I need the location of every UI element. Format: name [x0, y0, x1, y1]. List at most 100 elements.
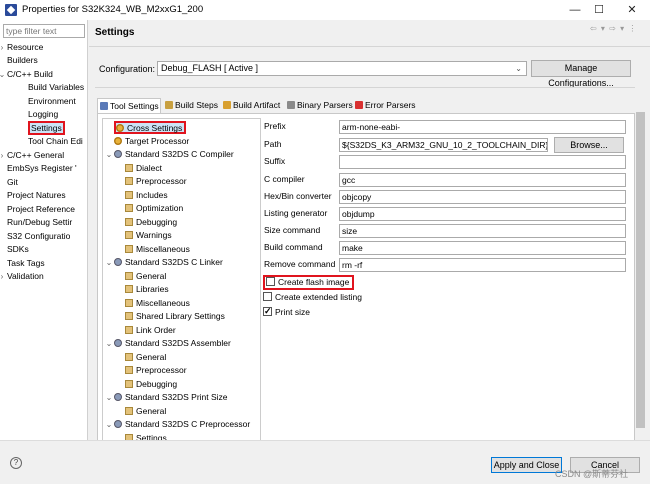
tree-item[interactable]: ⌄ Standard S32DS Assembler [104, 337, 231, 350]
sidebar-item[interactable]: Tool Chain Edi [18, 135, 83, 148]
tab-build-steps[interactable]: Build Steps [163, 98, 220, 114]
tree-item-label: Preprocessor [136, 176, 187, 186]
tree-item[interactable]: ⌄ Standard S32DS C Preprocessor [104, 418, 251, 431]
field-input[interactable]: objcopy [339, 190, 626, 204]
chevron-down-icon[interactable]: ⌄ [104, 391, 114, 404]
field-input[interactable] [339, 155, 626, 169]
chevron-down-icon[interactable]: ⌄ [104, 337, 114, 350]
field-input[interactable]: ${S32DS_K3_ARM32_GNU_10_2_TOOLCHAIN_DIR} [339, 138, 548, 152]
tree-item[interactable]: Link Order [125, 324, 176, 337]
field-input[interactable]: make [339, 241, 626, 255]
tree-item[interactable]: Debugging [125, 216, 177, 229]
filter-input[interactable]: type filter text [3, 24, 85, 38]
field-input[interactable]: rm -rf [339, 258, 626, 272]
manage-configurations-button[interactable]: Manage Configurations... [531, 60, 631, 88]
field-input[interactable]: gcc [339, 173, 626, 187]
chevron-down-icon[interactable]: ⌄ [104, 148, 114, 161]
field-input[interactable]: size [339, 224, 626, 238]
tree-item[interactable]: Shared Library Settings [125, 310, 225, 323]
checkbox[interactable] [263, 305, 272, 317]
tree-item[interactable]: Miscellaneous [125, 297, 190, 310]
chevron-down-icon[interactable]: ⌄ [104, 418, 114, 431]
sidebar-item[interactable]: Environment [18, 95, 76, 108]
sidebar-item[interactable]: Git [0, 176, 18, 189]
field-input[interactable]: arm-none-eabi- [339, 120, 626, 134]
sidebar-item[interactable]: Task Tags [0, 257, 45, 270]
tree-item[interactable]: Cross Settings [114, 121, 187, 134]
tree-item[interactable]: ⌄ Standard S32DS Print Size [104, 391, 228, 404]
tool-gear-icon [114, 393, 122, 401]
field-input[interactable]: objdump [339, 207, 626, 221]
sidebar-item-label: EmbSys Register ' [7, 163, 77, 173]
tree-item[interactable]: Preprocessor [125, 175, 187, 188]
sidebar-item[interactable]: › C/C++ General [0, 149, 65, 162]
tree-item[interactable]: Optimization [125, 202, 183, 215]
tab-tool-settings[interactable]: Tool Settings [97, 98, 161, 114]
option-page-icon [125, 406, 133, 415]
chevron-icon[interactable]: ⌄ [0, 68, 7, 81]
tree-item[interactable]: Target Processor [114, 135, 189, 148]
tree-item[interactable]: General [125, 351, 166, 364]
history-nav-buttons[interactable]: ⇦ ▾ ⇨ ▾ ⋮ [590, 24, 637, 33]
maximize-button[interactable]: ☐ [584, 1, 614, 19]
tree-item[interactable]: Includes [125, 189, 168, 202]
sidebar-item[interactable]: Project Reference [0, 203, 75, 216]
chevron-icon[interactable]: › [0, 270, 7, 283]
checkbox-row[interactable]: Create extended listing [263, 291, 362, 304]
checkbox-row[interactable]: Create flash image [263, 275, 355, 290]
tree-item-label: Debugging [136, 378, 178, 389]
tree-item[interactable]: Miscellaneous [125, 243, 190, 256]
tab-binary-parsers[interactable]: Binary Parsers [285, 98, 355, 114]
browse-button[interactable]: Browse... [554, 137, 624, 153]
settings-icon [114, 136, 122, 145]
tab-build-artifact[interactable]: Build Artifact [221, 98, 282, 114]
scrollbar-thumb[interactable] [636, 112, 645, 428]
sidebar-item[interactable]: S32 Configuratio [0, 230, 70, 243]
tree-item[interactable]: General [125, 270, 166, 283]
sidebar-item-label: Project Natures [7, 190, 66, 200]
checkbox-row[interactable]: Print size [263, 305, 310, 319]
sidebar-item-label: Project Reference [7, 204, 76, 214]
option-page-icon [125, 352, 133, 361]
sidebar-item-label: Logging [28, 109, 59, 119]
sidebar-item[interactable]: ⌄ C/C++ Build [0, 68, 53, 81]
checkbox[interactable] [263, 292, 272, 301]
close-button[interactable]: ✕ [617, 1, 647, 19]
sidebar-item[interactable]: Builders [0, 54, 38, 67]
tree-item-label: Includes [136, 189, 168, 200]
sidebar-item[interactable]: SDKs [0, 243, 29, 256]
chevron-down-icon[interactable]: ⌄ [104, 256, 114, 269]
tool-settings-tree[interactable]: Cross Settings Target Processor ⌄ Standard … [102, 118, 261, 442]
sidebar-item[interactable]: › Resource [0, 41, 44, 54]
tree-item[interactable]: General [125, 405, 166, 418]
apply-and-close-button[interactable]: Apply and Close [491, 457, 562, 473]
chevron-icon[interactable]: › [0, 149, 7, 162]
chevron-icon[interactable]: › [0, 41, 7, 54]
sidebar-item-label: Environment [28, 96, 76, 106]
sidebar-item[interactable]: Settings [18, 121, 65, 135]
tree-item[interactable]: Preprocessor [125, 364, 187, 377]
sidebar-item[interactable]: EmbSys Register ' [0, 162, 77, 175]
configuration-select[interactable]: Debug_FLASH [ Active ] ⌄ [157, 61, 527, 76]
help-icon[interactable]: ? [10, 457, 22, 469]
sidebar-item-label: Task Tags [7, 258, 45, 268]
tree-item[interactable]: Dialect [125, 162, 162, 175]
settings-icon [116, 124, 124, 132]
sidebar-item[interactable]: Logging [18, 108, 58, 121]
checkbox[interactable] [266, 277, 275, 286]
error-parsers-icon [355, 101, 363, 109]
tree-item[interactable]: Libraries [125, 283, 169, 296]
tree-item-label: Standard S32DS Assembler [125, 338, 231, 348]
field-label: Path [264, 139, 282, 149]
sidebar-item-label: Validation [7, 271, 44, 281]
sidebar-item[interactable]: › Validation [0, 270, 44, 283]
sidebar-item[interactable]: Run/Debug Settir [0, 216, 72, 229]
tool-gear-icon [114, 420, 122, 428]
tab-error-parsers[interactable]: Error Parsers [353, 98, 418, 114]
tree-item[interactable]: Debugging [125, 378, 177, 391]
tree-item[interactable]: ⌄ Standard S32DS C Compiler [104, 148, 234, 161]
tree-item[interactable]: Warnings [125, 229, 172, 242]
sidebar-item[interactable]: Project Natures [0, 189, 66, 202]
sidebar-item[interactable]: Build Variables [18, 81, 84, 94]
tree-item[interactable]: ⌄ Standard S32DS C Linker [104, 256, 223, 269]
